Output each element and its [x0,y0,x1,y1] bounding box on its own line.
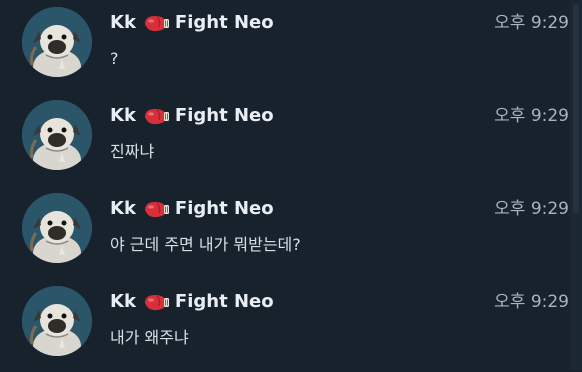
sender-name[interactable]: Kk Fight Neo [110,11,274,35]
avatar[interactable] [22,286,92,356]
message-text: ? [110,49,119,68]
avatar[interactable] [22,193,92,263]
sender-display-name: Fight Neo [174,291,274,312]
scrollbar[interactable] [570,0,582,370]
avatar[interactable] [22,100,92,170]
sender-nickname: Kk [110,291,136,312]
sender-display-name: Fight Neo [174,105,274,126]
sender-nickname: Kk [110,198,136,219]
boxing-glove-icon [142,106,170,126]
chat-message: Kk Fight Neo 오후 9:29 ? [0,0,570,93]
chat-message: Kk Fight Neo 오후 9:29 내가 왜주냐 [0,279,570,372]
chat-message: Kk Fight Neo 오후 9:29 진짜냐 [0,93,570,186]
sender-display-name: Fight Neo [174,12,274,33]
boxing-glove-icon [142,292,170,312]
sender-display-name: Fight Neo [174,198,274,219]
message-time: 오후 9:29 [494,13,569,33]
message-time: 오후 9:29 [494,199,569,219]
boxing-glove-icon [142,199,170,219]
message-time: 오후 9:29 [494,292,569,312]
message-text: 진짜냐 [110,142,155,161]
sender-name[interactable]: Kk Fight Neo [110,104,274,128]
scrollbar-thumb[interactable] [573,4,579,214]
boxing-glove-icon [142,13,170,33]
sender-nickname: Kk [110,12,136,33]
sender-name[interactable]: Kk Fight Neo [110,290,274,314]
message-time: 오후 9:29 [494,106,569,126]
chat-message: Kk Fight Neo 오후 9:29 야 근데 주면 내가 뭐받는데? [0,186,570,279]
sender-name[interactable]: Kk Fight Neo [110,197,274,221]
message-text: 야 근데 주면 내가 뭐받는데? [110,235,301,254]
chat-message-list[interactable]: Kk Fight Neo 오후 9:29 ? Kk Fight Neo 오후 9… [0,0,570,370]
sender-nickname: Kk [110,105,136,126]
message-text: 내가 왜주냐 [110,328,189,347]
avatar[interactable] [22,7,92,77]
